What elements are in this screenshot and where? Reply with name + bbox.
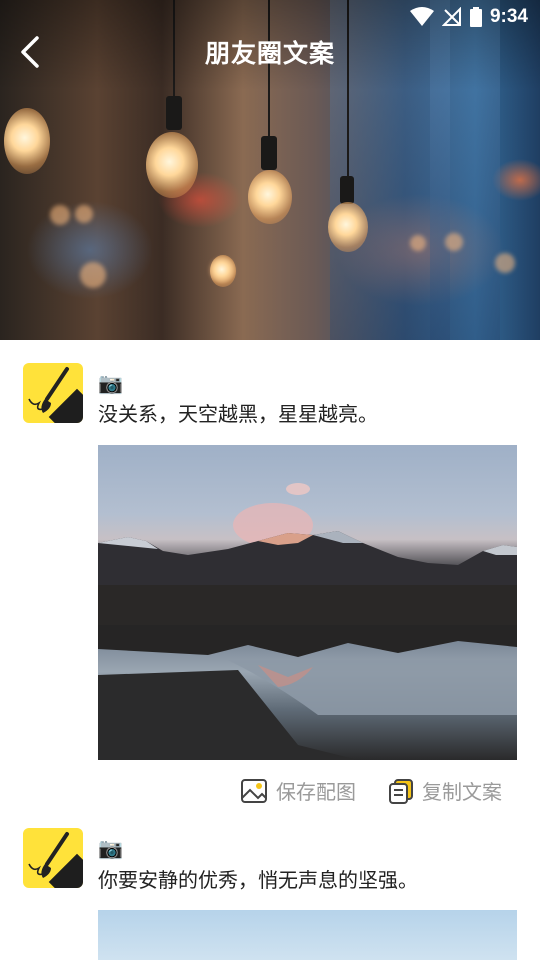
post-photo[interactable] [98, 445, 517, 760]
image-icon [241, 778, 267, 803]
wifi-icon [409, 7, 434, 26]
bulb-socket [166, 96, 182, 130]
copy-icon [389, 778, 413, 804]
light-bulb [4, 108, 50, 174]
save-image-label: 保存配图 [276, 780, 356, 804]
bulb-socket [261, 136, 277, 170]
status-time: 9:34 [489, 6, 528, 27]
bokeh-light [495, 253, 515, 273]
light-bulb [146, 132, 198, 198]
avatar[interactable] [23, 363, 83, 423]
mountain-scene [98, 483, 517, 760]
bokeh-light [80, 262, 106, 288]
save-image-button[interactable]: 保存配图 [240, 776, 356, 805]
bokeh-light [445, 233, 463, 251]
post-text: 没关系，天空越黑，星星越亮。 [98, 402, 378, 426]
light-bulb [248, 170, 292, 224]
status-bar: 9:34 [0, 0, 540, 36]
bokeh-light [410, 235, 426, 251]
copy-text-button[interactable]: 复制文案 [388, 776, 502, 805]
status-icons: 9:34 [409, 6, 528, 28]
post-photo[interactable] [98, 910, 517, 960]
camera-icon: 📷 [98, 836, 123, 860]
copy-text-label: 复制文案 [422, 780, 502, 804]
light-bulb [210, 255, 236, 287]
bokeh-light [75, 205, 93, 223]
battery-icon [469, 7, 482, 27]
light-bulb [328, 202, 368, 252]
page-title: 朋友圈文案 [204, 39, 335, 68]
post-text: 你要安静的优秀，悄无声息的坚强。 [98, 868, 418, 892]
bokeh-light [50, 205, 70, 225]
no-signal-icon [441, 7, 461, 26]
camera-icon: 📷 [98, 371, 123, 395]
avatar[interactable] [23, 828, 83, 888]
bulb-socket [340, 176, 354, 204]
post-actions: 保存配图 复制文案 [240, 776, 502, 805]
